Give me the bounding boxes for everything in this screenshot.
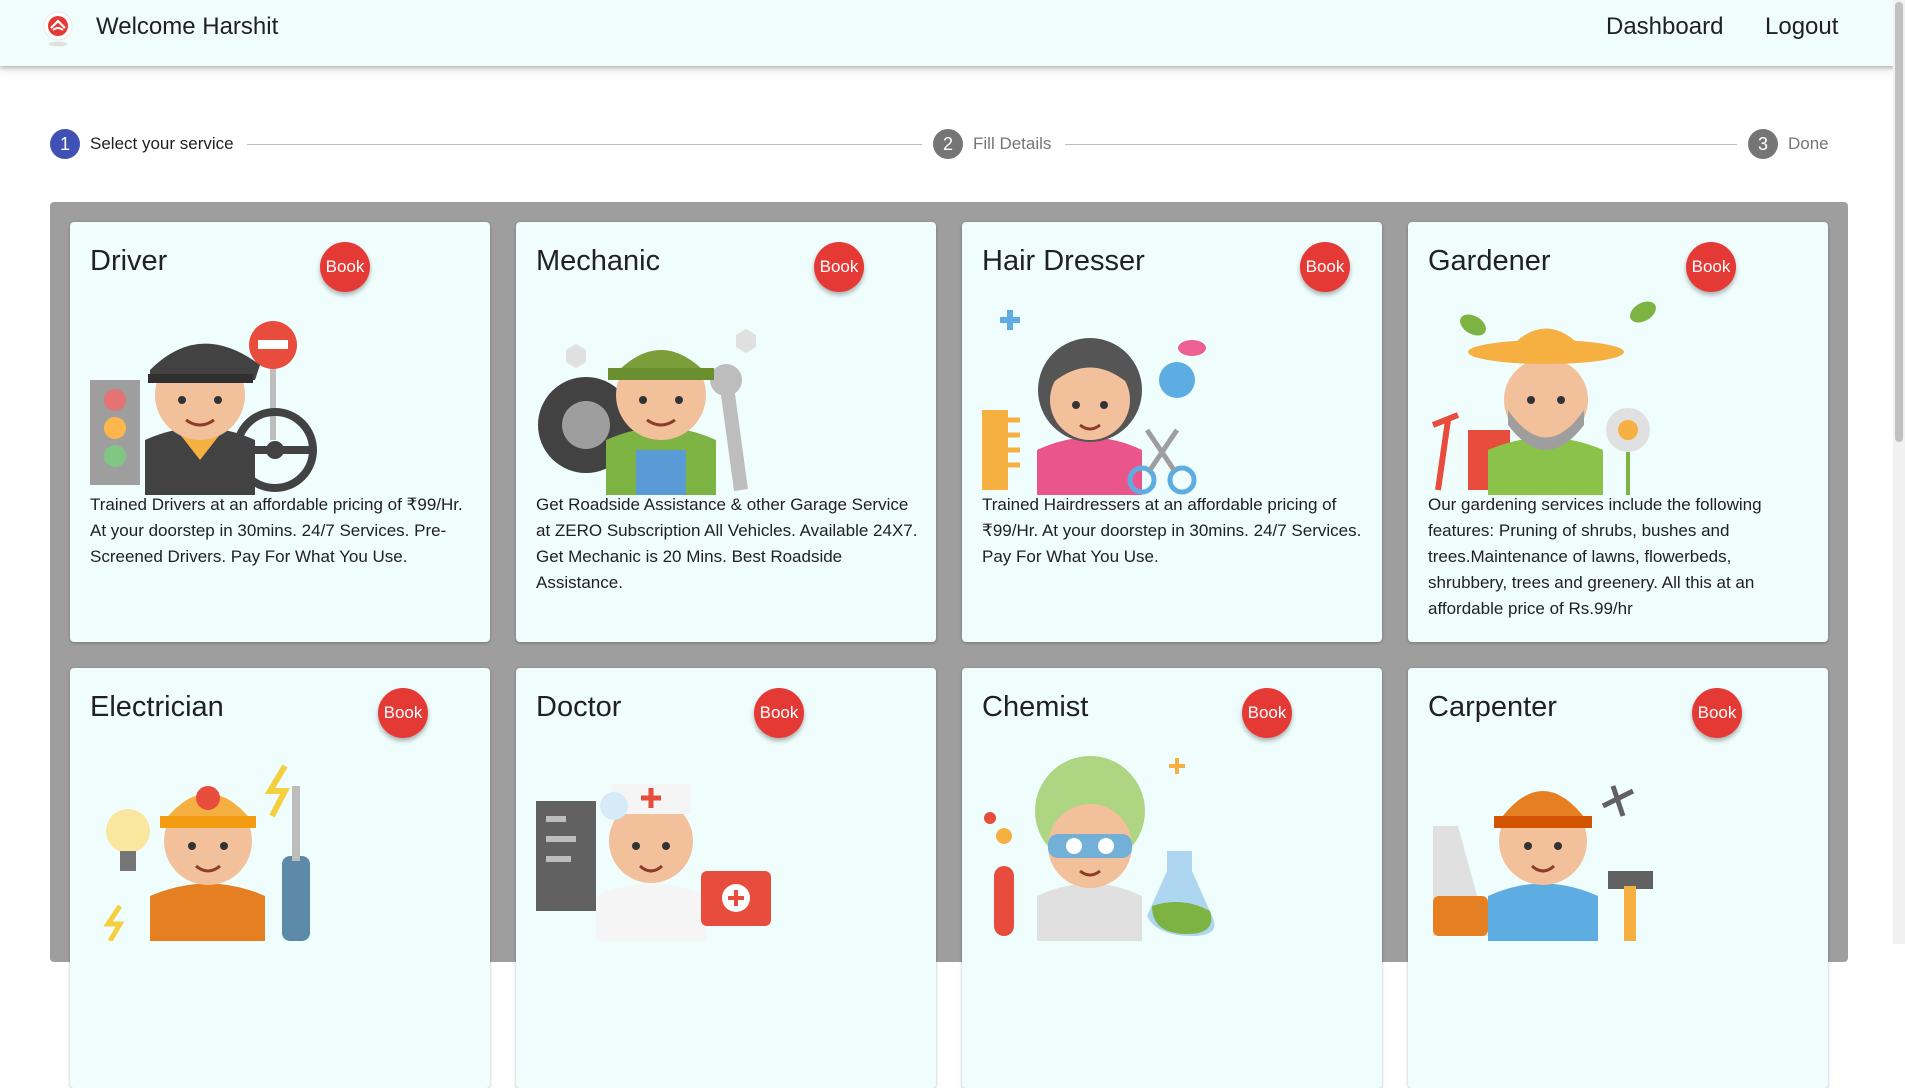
service-grid: Driver Book Trained Drivers at an afford… xyxy=(50,202,1848,1088)
service-title: Doctor xyxy=(536,691,622,723)
step-label: Select your service xyxy=(90,134,234,153)
service-description: Trained Hairdressers at an affordable pr… xyxy=(982,495,1362,566)
app-logo-icon[interactable] xyxy=(38,8,78,48)
service-card-carpenter: Carpenter Book xyxy=(1408,668,1828,1088)
nav-dashboard-link[interactable]: Dashboard xyxy=(1606,13,1723,41)
gardener-icon xyxy=(1431,301,1656,495)
stepper: 1 Select your service 2 Fill Details 3 D… xyxy=(50,129,1830,161)
service-title: Driver xyxy=(90,245,168,277)
step-number-badge: 3 xyxy=(1748,129,1778,159)
step-fill-details: 2 Fill Details xyxy=(933,129,1051,159)
service-card-doctor: Doctor Book xyxy=(516,668,936,1088)
service-card-gardener: Gardener Book Our gardening services inc… xyxy=(1408,222,1828,642)
doctor-icon xyxy=(536,784,771,941)
service-card-electrician: Electrician Book xyxy=(70,668,490,1088)
book-gardener-button[interactable]: Book xyxy=(1686,242,1736,292)
service-card-driver: Driver Book Trained Drivers at an afford… xyxy=(70,222,490,642)
service-card-mechanic: Mechanic Book Get Roadside Assistance & … xyxy=(516,222,936,642)
book-hair-dresser-button[interactable]: Book xyxy=(1300,242,1350,292)
electrician-icon xyxy=(103,764,310,941)
welcome-title: Welcome Harshit xyxy=(96,13,279,40)
hair-dresser-icon xyxy=(982,310,1206,495)
service-title: Gardener xyxy=(1428,245,1551,277)
step-done: 3 Done xyxy=(1748,129,1829,159)
service-description: Get Roadside Assistance & other Garage S… xyxy=(536,495,918,592)
book-mechanic-button[interactable]: Book xyxy=(814,242,864,292)
book-driver-button[interactable]: Book xyxy=(320,242,370,292)
step-select-service: 1 Select your service xyxy=(50,129,234,159)
step-connector xyxy=(1065,144,1737,145)
step-number-badge: 2 xyxy=(933,129,963,159)
step-label: Done xyxy=(1788,134,1829,153)
service-title: Hair Dresser xyxy=(982,245,1145,277)
carpenter-icon xyxy=(1433,785,1653,941)
chemist-icon xyxy=(984,756,1215,941)
service-card-chemist: Chemist Book xyxy=(962,668,1382,1088)
book-carpenter-button[interactable]: Book xyxy=(1692,688,1742,738)
step-connector xyxy=(247,144,922,145)
service-title: Chemist xyxy=(982,691,1089,723)
service-description: Our gardening services include the follo… xyxy=(1428,495,1762,618)
book-electrician-button[interactable]: Book xyxy=(378,688,428,738)
step-number-badge: 1 xyxy=(50,129,80,159)
service-description: Trained Drivers at an affordable pricing… xyxy=(90,495,463,566)
service-title: Mechanic xyxy=(536,245,661,277)
step-label: Fill Details xyxy=(973,134,1052,153)
book-doctor-button[interactable]: Book xyxy=(754,688,804,738)
app-bar: Welcome Harshit Dashboard Logout xyxy=(0,0,1898,66)
page-scrollbar[interactable] xyxy=(1893,0,1905,944)
scrollbar-thumb[interactable] xyxy=(1895,2,1903,442)
nav-logout-link[interactable]: Logout xyxy=(1765,13,1838,41)
driver-icon xyxy=(90,321,317,495)
book-chemist-button[interactable]: Book xyxy=(1242,688,1292,738)
mechanic-icon xyxy=(538,329,756,495)
service-title: Electrician xyxy=(90,691,224,723)
service-card-hair-dresser: Hair Dresser Book Trained Hairdressers a… xyxy=(962,222,1382,642)
service-title: Carpenter xyxy=(1428,691,1557,723)
